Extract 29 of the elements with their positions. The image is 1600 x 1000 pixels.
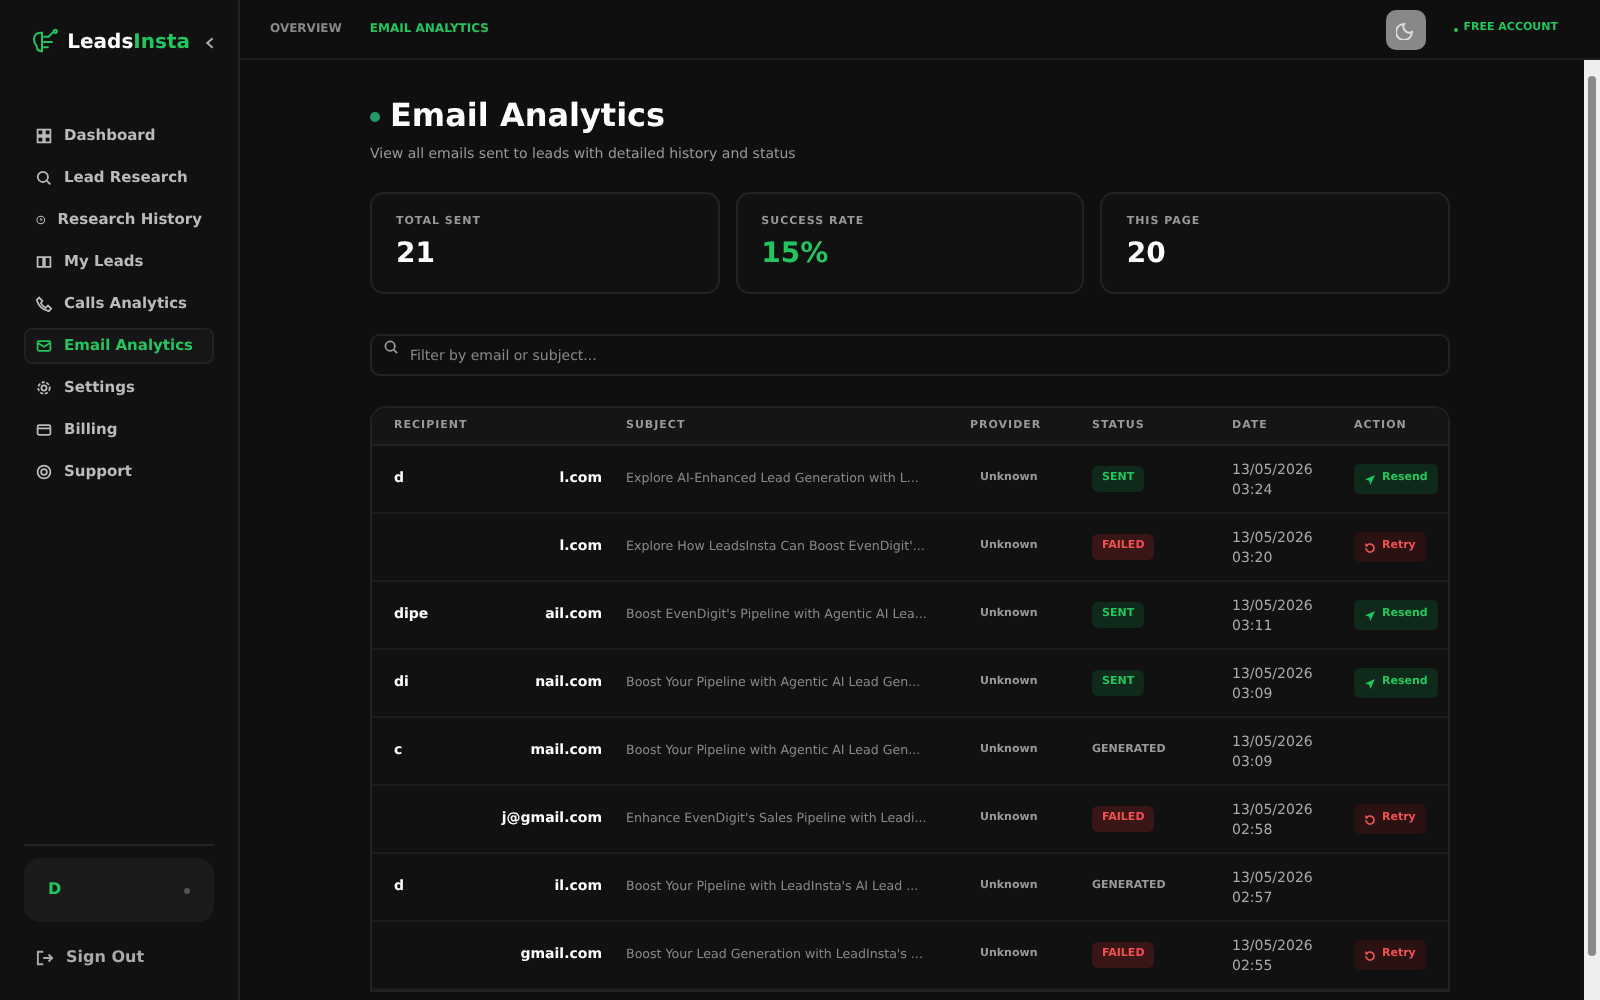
refresh-icon (1364, 813, 1376, 825)
mail-icon (36, 338, 52, 354)
refresh-icon (1364, 541, 1376, 553)
sign-out-button[interactable]: Sign Out (24, 934, 157, 982)
brand-logo: LeadsInsta (67, 29, 190, 57)
send-icon (1364, 677, 1376, 689)
card-icon (36, 422, 52, 438)
send-icon (1364, 473, 1376, 485)
scrollbar[interactable] (1584, 60, 1600, 1000)
settings-icon (36, 380, 52, 396)
page-title: Email Analytics (390, 94, 666, 138)
account-card[interactable]: D (24, 858, 214, 922)
search-icon (36, 170, 52, 186)
phone-icon (36, 296, 52, 312)
book-icon (36, 254, 52, 270)
moon-icon (1395, 19, 1416, 39)
stat-value: 15% (761, 235, 831, 274)
theme-toggle-button[interactable] (1385, 9, 1426, 49)
search-icon (384, 339, 398, 353)
chevron-left-icon[interactable] (206, 33, 214, 51)
sign-out-icon (36, 950, 54, 966)
clock-icon (36, 212, 46, 228)
send-icon (1364, 609, 1376, 621)
stat-value: 21 (396, 235, 437, 274)
refresh-icon (1364, 949, 1376, 961)
lifebuoy-icon (36, 464, 52, 480)
grid-icon (36, 128, 52, 144)
stat-value: 20 (1126, 235, 1168, 274)
account-initial: D (48, 878, 62, 902)
